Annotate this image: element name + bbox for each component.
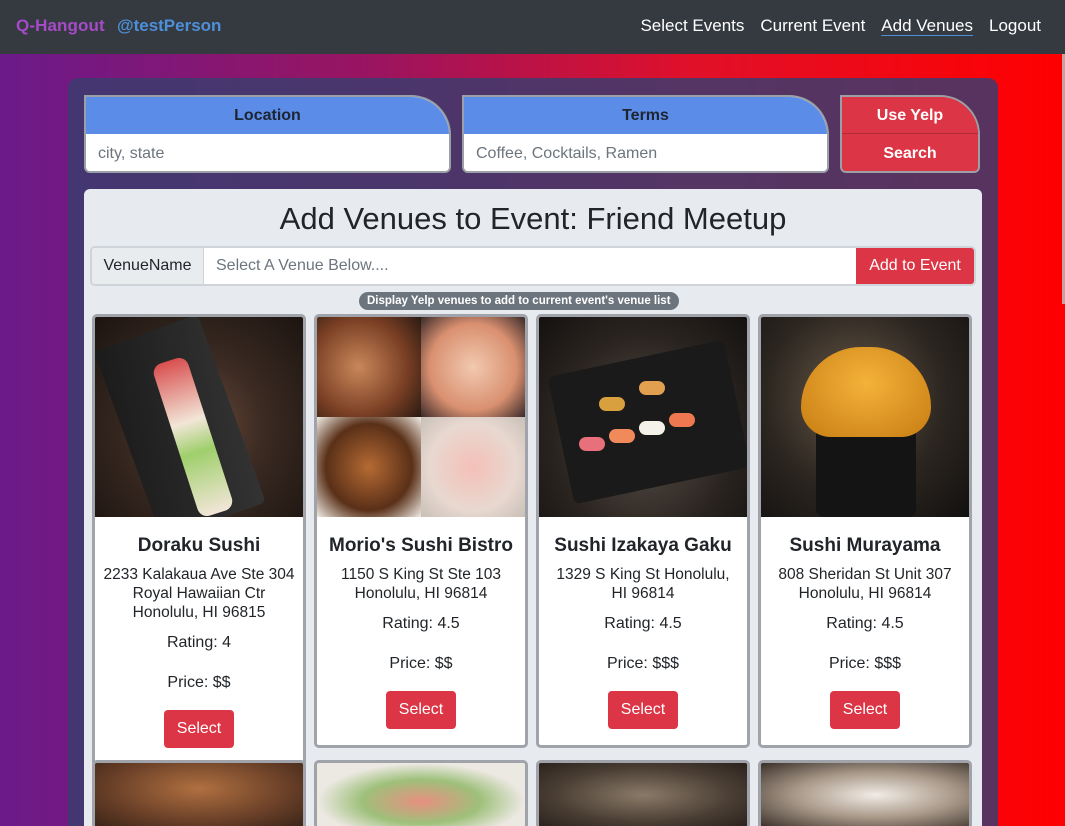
venue-card: Sushi Izakaya Gaku 1329 S King St Honolu… xyxy=(536,314,750,748)
venue-rating: Rating: 4.5 xyxy=(826,615,904,632)
terms-search: Terms xyxy=(462,95,829,173)
venue-card: Sushi Murayama 808 Sheridan St Unit 307 … xyxy=(758,314,972,748)
nav-logout[interactable]: Logout xyxy=(989,16,1041,36)
select-venue-button[interactable]: Select xyxy=(607,691,679,729)
venue-name-label: VenueName xyxy=(92,248,204,284)
brand-logo[interactable]: Q-Hangout xyxy=(16,16,105,36)
select-venue-button[interactable]: Select xyxy=(163,710,235,748)
venue-card xyxy=(536,760,750,826)
terms-input[interactable] xyxy=(464,134,827,171)
venue-price: Price: $$$ xyxy=(606,655,680,672)
location-search: Location xyxy=(84,95,451,173)
select-venue-button[interactable]: Select xyxy=(829,691,901,729)
venue-photo xyxy=(761,317,969,517)
venue-name-input[interactable] xyxy=(204,248,856,284)
venue-card: Doraku Sushi 2233 Kalakaua Ave Ste 304 R… xyxy=(92,314,306,767)
nav-current-event[interactable]: Current Event xyxy=(760,16,865,36)
venue-address: 1329 S King St Honolulu, HI 96814 xyxy=(556,566,730,602)
page-title: Add Venues to Event: Friend Meetup xyxy=(279,201,787,236)
venue-price: Price: $$$ xyxy=(828,655,902,672)
nav-select-events[interactable]: Select Events xyxy=(640,16,744,36)
venue-photo xyxy=(95,317,303,517)
navbar: Q-Hangout @testPerson Select Events Curr… xyxy=(0,0,1065,54)
yelp-search: Use Yelp Search xyxy=(840,95,980,173)
venue-address: 808 Sheridan St Unit 307 Honolulu, HI 96… xyxy=(778,566,952,602)
venue-rating: Rating: 4 xyxy=(166,634,232,651)
venue-card xyxy=(758,760,972,826)
nav-add-venues[interactable]: Add Venues xyxy=(881,16,973,36)
current-user: @testPerson xyxy=(117,16,222,35)
search-button[interactable]: Search xyxy=(842,134,978,171)
venue-card: Morio's Sushi Bistro 1150 S King St Ste … xyxy=(314,314,528,748)
add-to-event-button[interactable]: Add to Event xyxy=(856,248,974,284)
venue-address: 1150 S King St Ste 103 Honolulu, HI 9681… xyxy=(341,566,501,602)
venue-name: Sushi Murayama xyxy=(789,535,941,556)
venue-name: Sushi Izakaya Gaku xyxy=(554,535,732,556)
venue-rating: Rating: 4.5 xyxy=(382,615,460,632)
venue-rating: Rating: 4.5 xyxy=(604,615,682,632)
venue-price: Price: $$ xyxy=(167,674,231,691)
venue-photo xyxy=(539,317,747,517)
venue-name: Doraku Sushi xyxy=(137,535,261,556)
venue-name: Morio's Sushi Bistro xyxy=(329,535,513,556)
use-yelp-label: Use Yelp xyxy=(842,97,978,134)
location-label: Location xyxy=(86,97,449,134)
terms-label: Terms xyxy=(464,97,827,134)
venue-address: 2233 Kalakaua Ave Ste 304 Royal Hawaiian… xyxy=(103,566,295,621)
venue-price: Price: $$ xyxy=(389,655,453,672)
nav-links: Select Events Current Event Add Venues L… xyxy=(640,16,1041,36)
location-input[interactable] xyxy=(86,134,449,171)
venue-photo xyxy=(317,317,525,517)
select-venue-button[interactable]: Select xyxy=(385,691,457,729)
venue-name-group: VenueName Add to Event xyxy=(90,246,976,286)
venue-card xyxy=(314,760,528,826)
venue-card xyxy=(92,760,306,826)
info-badge: Display Yelp venues to add to current ev… xyxy=(359,292,679,310)
